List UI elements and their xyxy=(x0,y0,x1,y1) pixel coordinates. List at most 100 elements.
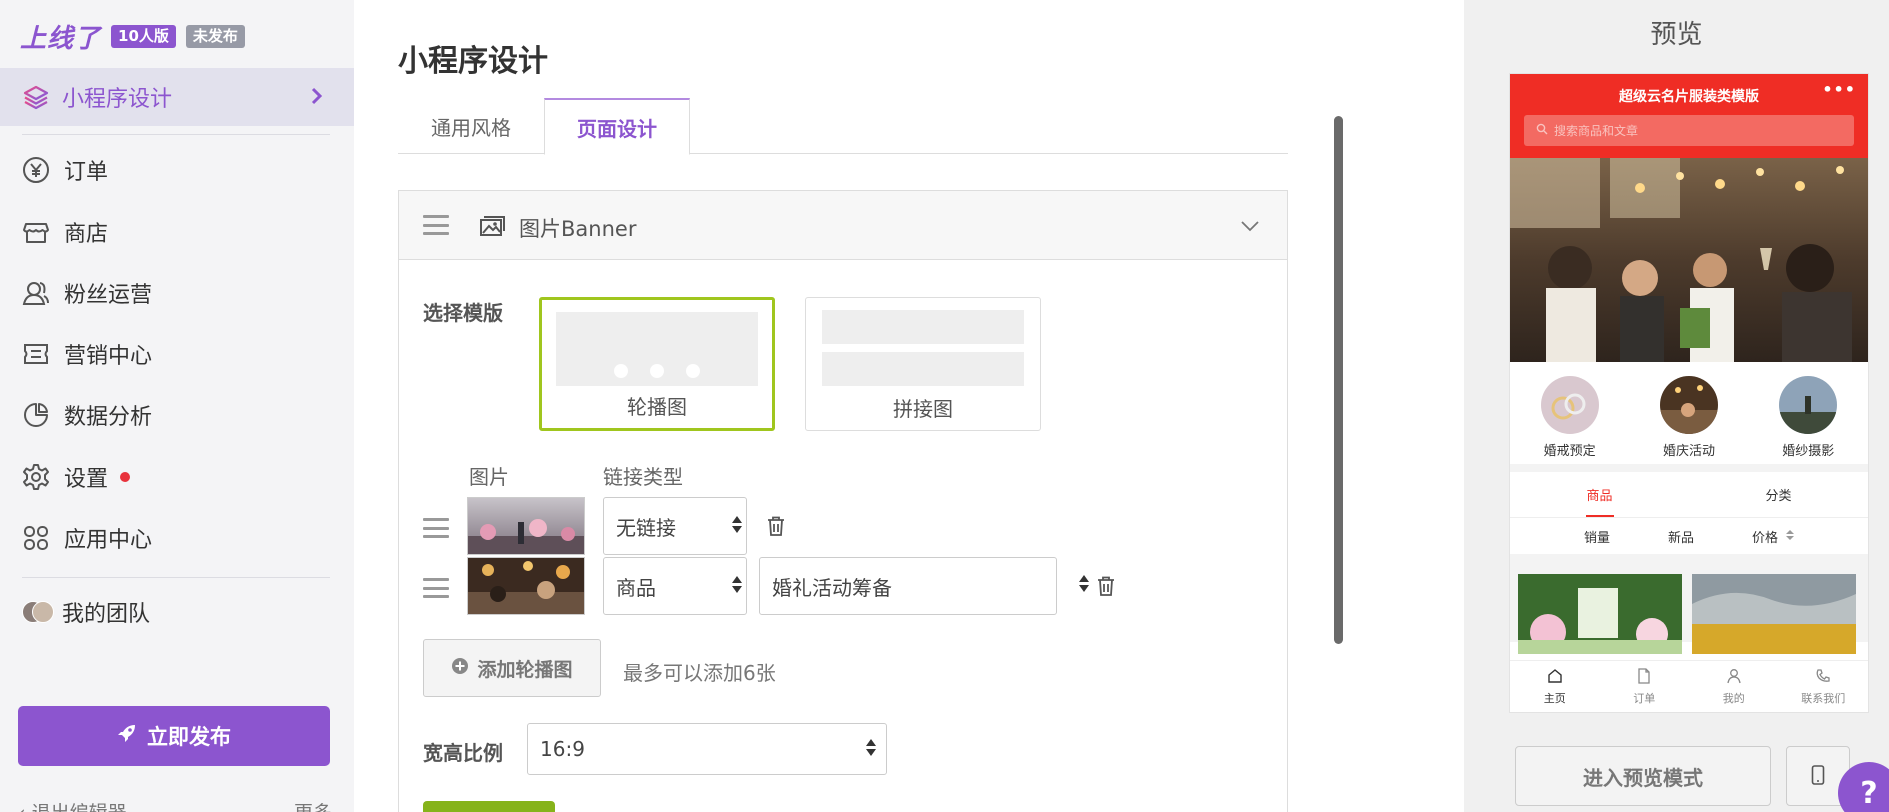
template-collage[interactable]: 拼接图 xyxy=(805,297,1041,431)
phone-icon xyxy=(1815,668,1831,687)
phone-tab-products[interactable]: 商品 xyxy=(1510,472,1689,517)
template-carousel[interactable]: 轮播图 xyxy=(539,297,775,431)
sort-new[interactable]: 新品 xyxy=(1668,527,1694,546)
rocket-icon xyxy=(117,723,137,749)
sidebar-item-label: 小程序设计 xyxy=(62,87,173,112)
brand: 上线了 10人版 未发布 xyxy=(20,20,245,54)
template-name: 拼接图 xyxy=(893,397,953,421)
plus-circle-icon xyxy=(451,657,469,680)
category-name: 婚纱摄影 xyxy=(1782,444,1835,459)
column-header-link-type: 链接类型 xyxy=(603,465,683,489)
sidebar-item-marketing[interactable]: 营销中心 xyxy=(22,334,152,374)
sidebar: 上线了 10人版 未发布 小程序设计 订单 商店 粉丝运营 营销中心 数据分析 … xyxy=(0,0,354,812)
sidebar-item-store[interactable]: 商店 xyxy=(22,212,108,252)
sidebar-item-label: 订单 xyxy=(64,160,109,185)
sort-price[interactable]: 价格 xyxy=(1752,527,1795,546)
chevron-down-icon[interactable] xyxy=(1239,215,1261,241)
nav-contact[interactable]: 联系我们 xyxy=(1779,661,1869,712)
phone-category-item[interactable]: 婚戒预定 xyxy=(1525,376,1615,464)
phone-search-bar[interactable]: 搜索商品和文章 xyxy=(1524,115,1854,146)
tab-bar: 通用风格 页面设计 xyxy=(398,98,1288,155)
trash-icon[interactable] xyxy=(767,516,785,536)
nav-orders[interactable]: 订单 xyxy=(1600,661,1690,712)
phone-header: 超级云名片服装类模版 ••• 搜索商品和文章 xyxy=(1510,74,1868,158)
product-card[interactable] xyxy=(1692,574,1856,654)
yen-circle-icon xyxy=(22,156,50,184)
category-image xyxy=(1779,376,1838,434)
enter-preview-mode-button[interactable]: 进入预览模式 xyxy=(1515,746,1771,806)
ratio-label: 宽高比例 xyxy=(423,741,503,765)
sidebar-item-label: 营销中心 xyxy=(64,344,153,369)
carousel-preview xyxy=(556,312,758,386)
sidebar-item-label: 粉丝运营 xyxy=(64,283,153,308)
link-type-select[interactable]: 无链接 xyxy=(603,497,747,555)
sidebar-item-team[interactable]: 我的团队 xyxy=(22,592,150,632)
add-carousel-label: 添加轮播图 xyxy=(477,658,573,681)
nav-mine[interactable]: 我的 xyxy=(1689,661,1779,712)
select-value: 无链接 xyxy=(616,515,676,540)
status-badge: 未发布 xyxy=(185,24,245,48)
sidebar-item-miniprogram-design[interactable]: 小程序设计 xyxy=(0,68,354,126)
sidebar-item-orders[interactable]: 订单 xyxy=(22,150,108,190)
link-type-select[interactable]: 商品 xyxy=(603,557,747,615)
sidebar-item-analytics[interactable]: 数据分析 xyxy=(22,395,152,435)
ticket-icon xyxy=(22,340,50,368)
nav-home[interactable]: 主页 xyxy=(1510,661,1600,712)
sidebar-footer: ‹ 退出编辑器 更多 xyxy=(18,798,332,812)
banner-thumbnail[interactable] xyxy=(467,497,585,555)
home-icon xyxy=(1547,668,1563,687)
more-icon[interactable]: ••• xyxy=(1822,80,1856,99)
drag-handle-icon[interactable] xyxy=(423,215,449,235)
publish-button[interactable]: 立即发布 xyxy=(18,706,330,766)
sidebar-item-label: 商店 xyxy=(64,222,109,247)
category-name: 婚戒预定 xyxy=(1543,444,1596,459)
store-icon xyxy=(22,218,50,246)
save-button[interactable] xyxy=(423,801,555,812)
sort-sales[interactable]: 销量 xyxy=(1584,527,1610,546)
exit-editor-link[interactable]: ‹ 退出编辑器 xyxy=(18,798,127,812)
select-arrows-icon xyxy=(732,576,742,593)
divider xyxy=(22,134,330,135)
tab-general-style[interactable]: 通用风格 xyxy=(398,98,544,154)
banner-panel: 图片Banner 选择模版 轮播图 拼接图 图片 链接类型 无链接 商品 婚礼活… xyxy=(398,190,1288,812)
publish-button-label: 立即发布 xyxy=(147,726,231,749)
pie-chart-icon xyxy=(22,401,50,429)
drag-handle-icon[interactable] xyxy=(423,578,449,598)
tab-page-design[interactable]: 页面设计 xyxy=(544,98,690,155)
phone-category-item[interactable]: 婚纱摄影 xyxy=(1763,376,1853,464)
sidebar-item-label: 设置 xyxy=(64,467,109,492)
sidebar-item-settings[interactable]: 设置 xyxy=(22,457,131,497)
sort-arrows-icon[interactable] xyxy=(1079,575,1089,592)
add-carousel-button[interactable]: 添加轮播图 xyxy=(423,639,601,697)
sidebar-item-apps[interactable]: 应用中心 xyxy=(22,518,152,558)
document-icon xyxy=(1636,667,1652,687)
scrollbar[interactable] xyxy=(1334,116,1343,644)
phone-banner-image xyxy=(1510,158,1868,362)
product-card[interactable] xyxy=(1518,574,1682,654)
page-title: 小程序设计 xyxy=(398,44,548,79)
sidebar-item-label: 我的团队 xyxy=(62,602,151,627)
phone-category-row: 婚戒预定 婚庆活动 婚纱摄影 xyxy=(1510,362,1868,472)
phone-category-item[interactable]: 婚庆活动 xyxy=(1644,376,1734,464)
link-target-field[interactable]: 婚礼活动筹备 xyxy=(759,557,1057,615)
panel-header[interactable]: 图片Banner xyxy=(399,191,1287,260)
link-target-value: 婚礼活动筹备 xyxy=(772,575,892,600)
divider xyxy=(22,577,330,578)
select-value: 商品 xyxy=(616,575,656,600)
ratio-select[interactable]: 16:9 xyxy=(527,723,887,775)
template-name: 轮播图 xyxy=(627,395,687,419)
phone-sort-bar: 销量 新品 价格 xyxy=(1510,518,1868,562)
user-icon xyxy=(1726,668,1742,687)
phone-product-grid xyxy=(1510,562,1868,654)
more-link[interactable]: 更多 xyxy=(294,798,332,812)
banner-thumbnail[interactable] xyxy=(467,557,585,615)
sidebar-item-fans[interactable]: 粉丝运营 xyxy=(22,273,152,313)
trash-icon[interactable] xyxy=(1097,576,1115,596)
layers-icon xyxy=(22,83,50,111)
drag-handle-icon[interactable] xyxy=(423,518,449,538)
phone-tab-categories[interactable]: 分类 xyxy=(1689,472,1868,517)
category-image xyxy=(1540,376,1599,434)
select-value: 16:9 xyxy=(540,737,585,761)
template-label: 选择模版 xyxy=(423,301,503,325)
add-hint: 最多可以添加6张 xyxy=(623,661,776,685)
